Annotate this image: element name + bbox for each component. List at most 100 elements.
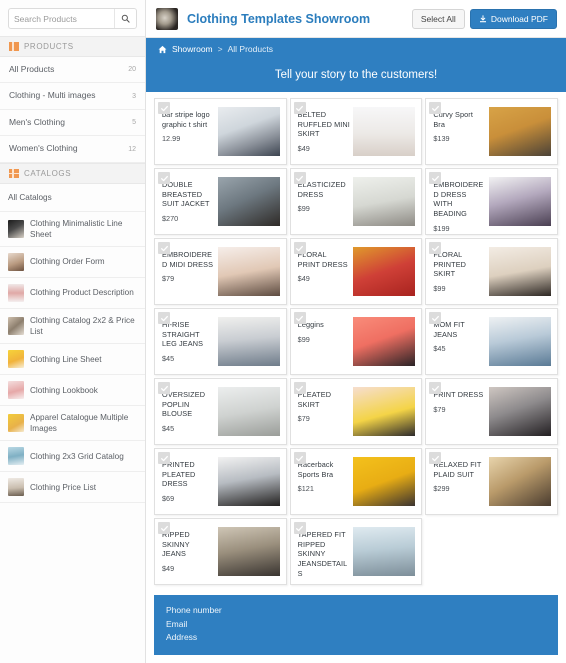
product-price: $49 xyxy=(162,563,175,573)
product-card[interactable]: Leggins $99 xyxy=(289,308,423,375)
product-card[interactable]: DOUBLE BREASTED SUIT JACKET $270 xyxy=(154,168,287,235)
search-button[interactable] xyxy=(114,9,136,28)
product-price: $49 xyxy=(297,143,310,153)
product-image xyxy=(217,317,280,366)
product-checkbox[interactable] xyxy=(293,312,306,324)
sidebar-item-product-2[interactable]: Men's Clothing 5 xyxy=(0,110,145,137)
product-image xyxy=(217,107,280,156)
product-card[interactable]: PLEATED SKIRT $79 xyxy=(289,378,423,445)
breadcrumb-root[interactable]: Showroom xyxy=(172,44,213,54)
sidebar-item-label: Clothing Lookbook xyxy=(30,385,98,395)
product-checkbox[interactable] xyxy=(429,242,442,254)
breadcrumb: Showroom > All Products xyxy=(146,38,566,60)
sidebar-item-catalog-5[interactable]: Clothing Line Sheet xyxy=(0,344,145,376)
sidebar-item-product-1[interactable]: Clothing - Multi images 3 xyxy=(0,83,145,110)
product-card[interactable]: TAPERED FIT RIPPED SKINNY JEANSDETAILS $4… xyxy=(289,518,423,585)
product-price: $45 xyxy=(433,344,446,354)
product-title: EMBROIDERED DRESS WITH BEADING xyxy=(433,180,484,218)
sidebar-item-label: Clothing 2x3 Grid Catalog xyxy=(30,451,124,461)
catalog-thumbnail-icon xyxy=(8,381,24,400)
product-card[interactable]: RIPPED SKINNY JEANS $49 xyxy=(154,518,287,585)
product-checkbox[interactable] xyxy=(158,172,170,184)
sidebar-item-label: Women's Clothing xyxy=(9,143,78,154)
product-checkbox[interactable] xyxy=(429,102,442,114)
product-checkbox[interactable] xyxy=(293,382,306,394)
search-box[interactable] xyxy=(8,8,137,29)
top-bar: Clothing Templates Showroom Select All D… xyxy=(146,0,566,38)
section-header-products: PRODUCTS xyxy=(0,36,145,57)
product-card[interactable]: FLORAL PRINTED SKIRT $99 xyxy=(425,238,558,305)
product-price: $79 xyxy=(433,404,446,414)
product-title: HI-RISE STRAIGHT LEG JEANS xyxy=(162,320,204,349)
product-card[interactable]: Racerback Sports Bra $121 xyxy=(289,448,423,515)
product-checkbox[interactable] xyxy=(429,312,442,324)
product-card[interactable]: Curvy Sport Bra $139 xyxy=(425,98,558,165)
product-card[interactable]: PRINT DRESS $79 xyxy=(425,378,558,445)
product-checkbox[interactable] xyxy=(293,522,306,534)
product-title: PRINT DRESS xyxy=(433,390,484,399)
product-card[interactable]: MOM FIT JEANS $45 xyxy=(425,308,558,375)
sidebar-item-catalog-7[interactable]: Apparel Catalogue Multiple Images xyxy=(0,406,145,442)
product-image xyxy=(217,387,280,436)
product-card[interactable]: PRINTED PLEATED DRESS $69 xyxy=(154,448,287,515)
product-checkbox[interactable] xyxy=(293,102,306,114)
sidebar-item-catalog-2[interactable]: Clothing Order Form xyxy=(0,247,145,278)
sidebar-item-catalog-1[interactable]: Clothing Minimalistic Line Sheet xyxy=(0,212,145,247)
product-card[interactable]: HI-RISE STRAIGHT LEG JEANS $45 xyxy=(154,308,287,375)
select-all-button[interactable]: Select All xyxy=(411,8,465,29)
product-checkbox[interactable] xyxy=(158,382,170,394)
product-price: $49 xyxy=(297,274,310,284)
product-checkbox[interactable] xyxy=(158,242,170,254)
sidebar-item-catalog-3[interactable]: Clothing Product Description xyxy=(0,278,145,309)
product-checkbox[interactable] xyxy=(429,382,442,394)
check-icon xyxy=(296,455,304,461)
product-card[interactable]: EMBROIDERED MIDI DRESS $79 xyxy=(154,238,287,305)
product-checkbox[interactable] xyxy=(158,452,170,464)
sidebar-item-count: 3 xyxy=(132,92,136,100)
check-icon xyxy=(296,385,304,391)
product-checkbox[interactable] xyxy=(429,172,442,184)
sidebar-item-catalog-8[interactable]: Clothing 2x3 Grid Catalog xyxy=(0,441,145,473)
product-image xyxy=(488,107,551,156)
sidebar-item-product-3[interactable]: Women's Clothing 12 xyxy=(0,136,145,163)
sidebar-item-label: Clothing Catalog 2x2 & Price List xyxy=(30,316,135,337)
footer-phone: Phone number xyxy=(166,605,222,616)
download-pdf-button[interactable]: Download PDF xyxy=(469,8,557,29)
main-panel: Clothing Templates Showroom Select All D… xyxy=(146,0,566,663)
sidebar-item-catalog-6[interactable]: Clothing Lookbook xyxy=(0,375,145,407)
product-card[interactable]: EMBROIDERED DRESS WITH BEADING $199 xyxy=(425,168,558,235)
product-card[interactable]: FLORAL PRINT DRESS $49 xyxy=(289,238,423,305)
product-card[interactable]: RELAXED FIT PLAID SUIT $299 xyxy=(425,448,558,515)
product-checkbox[interactable] xyxy=(158,102,170,114)
check-icon xyxy=(431,315,439,321)
product-image xyxy=(353,247,416,296)
grid-icon xyxy=(9,168,19,178)
product-checkbox[interactable] xyxy=(158,522,170,534)
product-title: DOUBLE BREASTED SUIT JACKET xyxy=(162,180,210,209)
check-icon xyxy=(431,245,439,251)
sidebar-item-label: Men's Clothing xyxy=(9,116,65,127)
product-checkbox[interactable] xyxy=(158,312,170,324)
check-icon xyxy=(431,105,439,111)
product-checkbox[interactable] xyxy=(293,172,306,184)
check-icon xyxy=(160,525,168,531)
sidebar-item-catalog-9[interactable]: Clothing Price List xyxy=(0,472,145,504)
sidebar-item-catalog-0[interactable]: All Catalogs xyxy=(0,184,145,212)
product-card[interactable]: bar stripe logo graphic t shirt 12.99 xyxy=(154,98,287,165)
product-image xyxy=(217,177,280,226)
product-card[interactable]: BELTED RUFFLED MINI SKIRT $49 xyxy=(289,98,423,165)
sidebar-item-product-0[interactable]: All Products 20 xyxy=(0,57,145,84)
product-card[interactable]: OVERSIZED POPLIN BLOUSE $45 xyxy=(154,378,287,445)
check-icon xyxy=(431,385,439,391)
search-input[interactable] xyxy=(9,9,114,28)
sidebar-item-catalog-4[interactable]: Clothing Catalog 2x2 & Price List xyxy=(0,309,145,345)
product-checkbox[interactable] xyxy=(293,242,306,254)
product-checkbox[interactable] xyxy=(429,452,442,464)
product-price: $79 xyxy=(162,274,175,284)
check-icon xyxy=(431,455,439,461)
section-header-products-label: PRODUCTS xyxy=(24,42,74,51)
sidebar-item-label: Clothing Minimalistic Line Sheet xyxy=(30,218,123,239)
product-image xyxy=(217,247,280,296)
product-checkbox[interactable] xyxy=(293,452,306,464)
product-card[interactable]: ELASTICIZED DRESS $99 xyxy=(289,168,423,235)
